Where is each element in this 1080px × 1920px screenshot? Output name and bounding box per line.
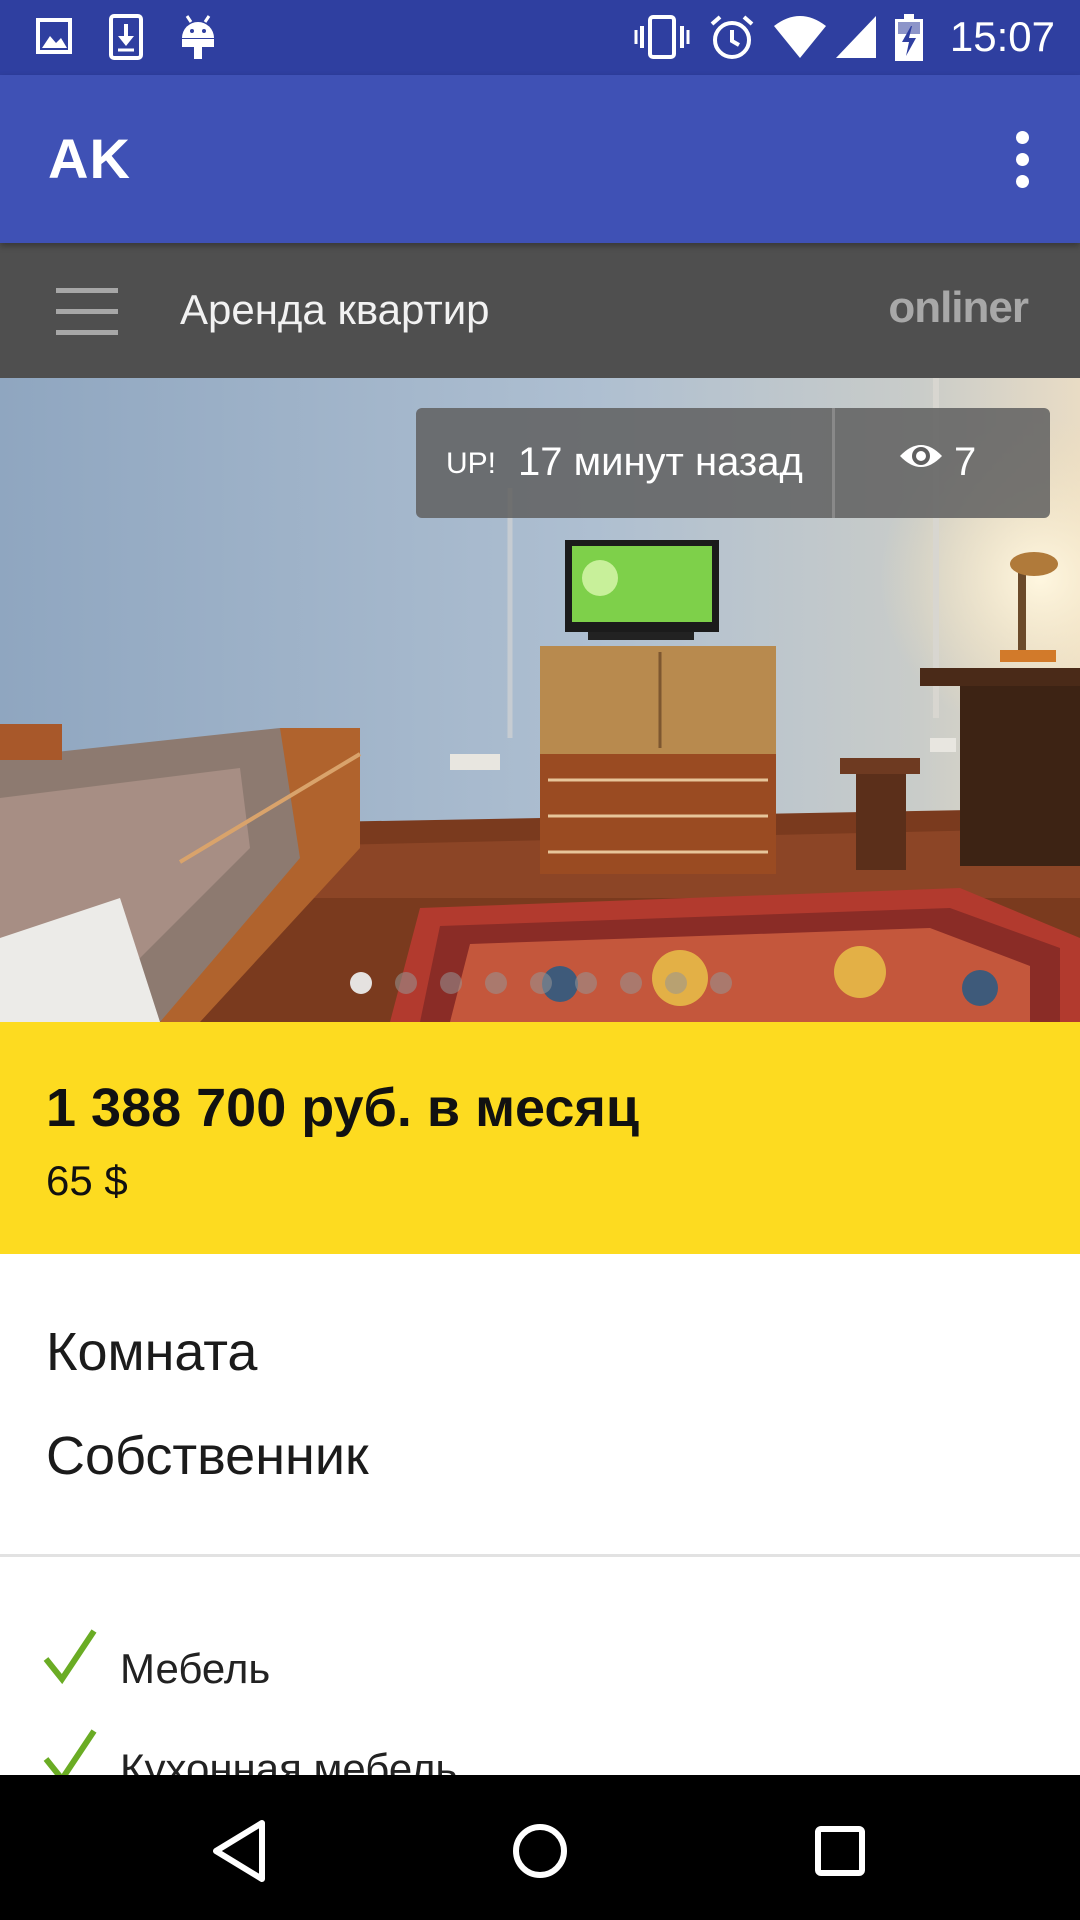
pager-dot[interactable] [710, 972, 732, 994]
price-rub: 1 388 700 руб. в месяц [46, 1078, 640, 1138]
feature-label: Кухонная мебель [120, 1745, 458, 1775]
onliner-logo[interactable]: onliner [888, 283, 1029, 333]
price-usd: 65 $ [46, 1157, 128, 1204]
image-icon [36, 18, 72, 54]
pager-dot[interactable] [620, 972, 642, 994]
overlay-divider [832, 408, 835, 518]
feature-item: Кухонная мебель [0, 1725, 1080, 1775]
pager-dot[interactable] [485, 972, 507, 994]
time-ago: 17 минут назад [518, 440, 803, 484]
eye-icon [900, 445, 942, 467]
listing-details: Комната Собственник [0, 1254, 1080, 1554]
view-count: 7 [954, 440, 977, 484]
pager-dot[interactable] [395, 972, 417, 994]
listing-photo[interactable]: UP! 17 минут назад 7 [0, 378, 1080, 1022]
more-vert-icon[interactable] [986, 119, 1058, 199]
feature-label: Мебель [120, 1645, 271, 1692]
alarm-icon [710, 15, 754, 59]
toolbar-title: Аренда квартир [180, 286, 490, 333]
pager-dot[interactable] [665, 972, 687, 994]
back-icon[interactable] [200, 1811, 280, 1891]
web-toolbar: Аренда квартир onliner [0, 243, 1080, 378]
battery-charging-icon [895, 14, 923, 61]
system-nav-bar [0, 1775, 1080, 1920]
owner-type: Собственник [46, 1426, 369, 1486]
app-title: AK [48, 127, 131, 190]
status-time: 15:07 [949, 13, 1055, 60]
property-type: Комната [46, 1322, 258, 1382]
hamburger-icon[interactable] [56, 288, 118, 336]
features-list: Мебель Кухонная мебель [0, 1557, 1080, 1775]
feature-item: Мебель [0, 1625, 1080, 1725]
check-icon [43, 1729, 97, 1775]
android-icon [182, 15, 214, 59]
pager-dot[interactable] [575, 972, 597, 994]
up-label: UP! [446, 447, 497, 480]
pager-dot[interactable] [440, 972, 462, 994]
price-band: 1 388 700 руб. в месяц 65 $ [0, 1022, 1080, 1254]
check-icon [43, 1629, 97, 1685]
home-icon[interactable] [500, 1811, 580, 1891]
wifi-icon [774, 16, 826, 58]
download-icon [109, 14, 143, 60]
pager-dot[interactable] [350, 972, 372, 994]
signal-icon [836, 16, 876, 58]
vibrate-icon [634, 15, 690, 59]
recents-icon[interactable] [800, 1811, 880, 1891]
status-bar: 15:07 [0, 0, 1080, 75]
app-bar: AK [0, 75, 1080, 243]
pager-dot[interactable] [530, 972, 552, 994]
listing-info-overlay: UP! 17 минут назад 7 [416, 408, 1050, 518]
